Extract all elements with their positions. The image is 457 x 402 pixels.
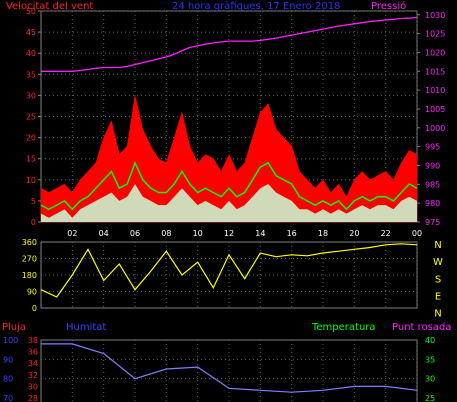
compass-labels: NWSEN: [433, 240, 443, 320]
pressure-tick-label: 1025: [425, 30, 445, 39]
time-tick-label: 00: [412, 229, 422, 238]
pressure-tick-label: 975: [425, 218, 440, 227]
wind-pressure-panel: 05101520253035404550 9759809859909951000…: [6, 0, 445, 238]
temperatura-tick-label: 30: [425, 375, 435, 384]
direction-tick-label: 360: [22, 238, 37, 247]
wind-axis-title: Velocitat del vent: [6, 1, 93, 12]
pressure-tick-label: 1020: [425, 48, 445, 57]
time-tick-label: 14: [255, 229, 265, 238]
time-tick-label: 16: [287, 229, 297, 238]
humidity-tick-label: 90: [3, 355, 13, 364]
pressure-axis: 975 980 985 990 995 1000 1005 1010 1015 1020 1025 1…: [417, 11, 445, 227]
pressure-tick-label: 985: [425, 180, 440, 189]
wind-tick-label: 25: [26, 113, 36, 122]
pressure-tick-label: 1030: [425, 11, 445, 20]
temperatura-tick-label: 35: [425, 355, 435, 364]
pressure-tick-label: 980: [425, 199, 440, 208]
pressure-tick-label: 990: [425, 161, 440, 170]
compass-label: E: [435, 291, 441, 302]
direction-tick-label: 180: [22, 271, 37, 280]
time-tick-label: 12: [224, 229, 234, 238]
pluja-tick-label: 36: [28, 348, 38, 357]
wind-tick-label: 0: [31, 218, 36, 227]
humidity-tick-label: 70: [3, 394, 13, 402]
wind-tick-label: 30: [26, 91, 36, 100]
time-tick-label: 18: [318, 229, 328, 238]
time-tick-label: 02: [67, 229, 77, 238]
wind-tick-label: 35: [26, 70, 36, 79]
humitat-label: Humitat: [66, 322, 106, 333]
direction-tick-label: 270: [22, 255, 37, 264]
direction-tick-label: 90: [27, 288, 37, 297]
wind-tick-label: 20: [26, 134, 36, 143]
pressure-tick-label: 1000: [425, 124, 445, 133]
pressure-tick-label: 1015: [425, 67, 445, 76]
wind-tick-label: 15: [26, 155, 36, 164]
time-tick-label: 08: [161, 229, 171, 238]
pluja-tick-label: 32: [28, 371, 38, 380]
direction-tick-label: 0: [32, 304, 37, 313]
weather-chart: 05101520253035404550 9759809859909951000…: [2, 0, 451, 402]
wind-speed-axis: 05101520253035404550: [26, 7, 41, 227]
time-axis: 02 04 06 08 10 12 14 16 18 20 22 00: [67, 229, 422, 238]
pluja-tick-label: 34: [28, 359, 38, 368]
time-tick-label: 10: [193, 229, 203, 238]
compass-label: N: [434, 309, 441, 320]
direction-axis: 0 90 180 270 360: [22, 238, 37, 313]
humidity-tick-label: 100: [3, 336, 18, 345]
compass-label: W: [433, 257, 443, 268]
temperatura-tick-label: 40: [425, 336, 435, 345]
chart-title: 24 hora gràfiques, 17 Enero 2018: [172, 0, 340, 12]
pluja-tick-label: 28: [28, 394, 38, 402]
time-tick-label: 04: [99, 229, 109, 238]
wind-tick-label: 45: [26, 28, 36, 37]
wind-tick-label: 40: [26, 49, 36, 58]
time-tick-label: 20: [349, 229, 359, 238]
pressure-tick-label: 995: [425, 143, 440, 152]
punt-rosada-label: Punt rosada: [392, 322, 451, 333]
pluja-label: Pluja: [2, 322, 26, 333]
temperatura-label: Temperatura: [311, 322, 376, 333]
time-tick-label: 06: [130, 229, 140, 238]
humidity-tick-label: 80: [3, 375, 13, 384]
pluja-tick-label: 30: [28, 382, 38, 391]
compass-label: N: [434, 240, 441, 251]
pressure-axis-title: Pressió: [371, 0, 406, 12]
wind-tick-label: 10: [26, 176, 36, 185]
temperatura-tick-label: 25: [425, 394, 435, 402]
wind-direction-panel: 090180270360 NWSEN: [22, 238, 443, 320]
compass-label: S: [435, 274, 441, 285]
wind-tick-label: 5: [31, 197, 36, 206]
pressure-tick-label: 1010: [425, 86, 445, 95]
time-tick-label: 22: [381, 229, 391, 238]
pluja-tick-label: 38: [28, 336, 38, 345]
pressure-tick-label: 1005: [425, 105, 445, 114]
humidity-temp-panel: 70 80 90 100 28 30 32 34 36 38 25 30 35 40 Pluja Humi…: [2, 322, 451, 402]
